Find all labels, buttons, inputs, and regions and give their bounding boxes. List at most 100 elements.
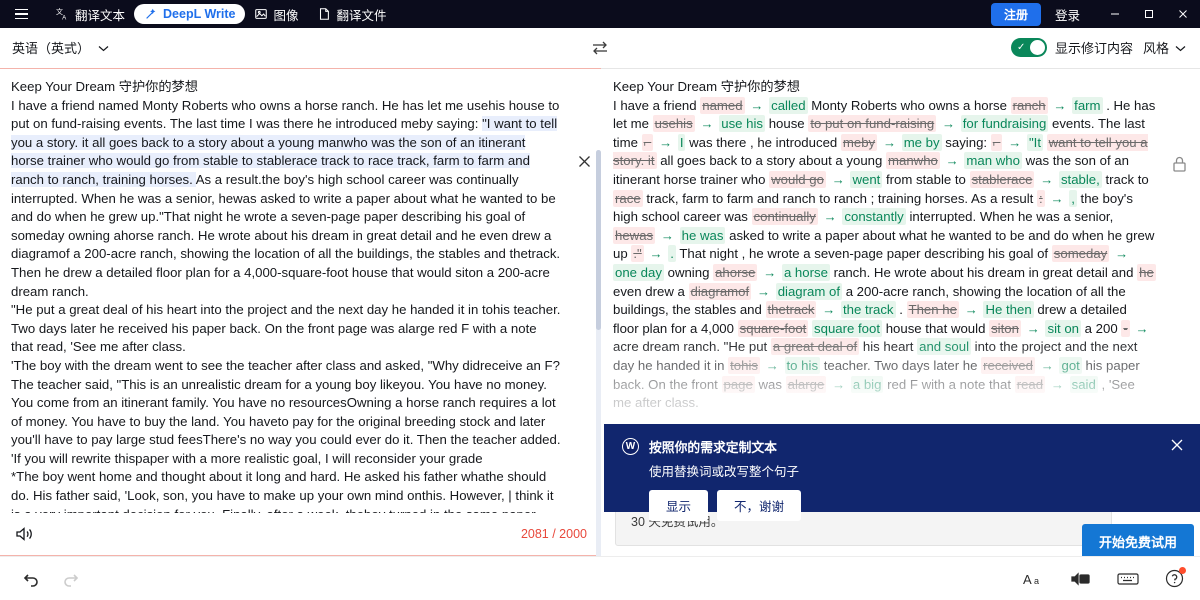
revision-deleted-text[interactable]: ⌐ xyxy=(991,134,1003,151)
revision-arrow-icon[interactable]: → xyxy=(963,302,980,317)
revision-deleted-text[interactable]: hewas xyxy=(613,227,655,244)
revision-arrow-icon[interactable]: → xyxy=(755,284,772,299)
revision-inserted-text[interactable]: got xyxy=(1059,357,1081,374)
keyboard-icon[interactable] xyxy=(1117,572,1139,586)
revision-inserted-text[interactable]: farm xyxy=(1072,97,1102,114)
source-scrollbar[interactable] xyxy=(596,150,601,556)
speaker-icon[interactable] xyxy=(14,525,34,543)
nav-tab-deepl-write[interactable]: DeepL Write xyxy=(134,4,244,24)
revision-inserted-text[interactable]: , xyxy=(1069,190,1077,207)
revision-deleted-text[interactable]: alarge xyxy=(786,376,827,393)
revision-deleted-text[interactable]: continually xyxy=(752,208,818,225)
result-text-area[interactable]: Keep Your Dream 守护你的梦想 I have a friend n… xyxy=(601,69,1200,413)
toggle-switch[interactable]: ✓ xyxy=(1011,38,1047,57)
revision-inserted-text[interactable]: man who xyxy=(964,152,1022,169)
revision-arrow-icon[interactable]: → xyxy=(944,153,961,168)
revision-arrow-icon[interactable]: → xyxy=(1051,98,1068,113)
revision-arrow-icon[interactable]: → xyxy=(748,98,765,113)
revision-deleted-text[interactable]: diagramof xyxy=(689,283,752,300)
revision-deleted-text[interactable]: stablerace xyxy=(970,171,1035,188)
hamburger-icon[interactable] xyxy=(8,4,34,24)
revision-deleted-text[interactable]: usehis xyxy=(653,115,695,132)
source-pane[interactable]: Keep Your Dream 守护你的梦想 I have a friend n… xyxy=(0,68,601,556)
revision-deleted-text[interactable]: would go xyxy=(769,171,826,188)
revision-inserted-text[interactable]: a horse xyxy=(782,264,830,281)
revision-arrow-icon[interactable]: → xyxy=(761,265,778,280)
revision-arrow-icon[interactable]: → xyxy=(940,116,957,131)
revision-arrow-icon[interactable]: → xyxy=(1049,377,1066,392)
style-selector[interactable]: 风格 xyxy=(1143,38,1186,57)
revision-deleted-text[interactable]: to put on fund-raising xyxy=(808,115,936,132)
revision-inserted-text[interactable]: he was xyxy=(680,227,726,244)
nav-tab-translate-text[interactable]: 文A 翻译文本 xyxy=(46,4,134,24)
revision-arrow-icon[interactable]: → xyxy=(830,172,847,187)
revision-deleted-text[interactable]: someday xyxy=(1052,245,1110,262)
revision-inserted-text[interactable]: square foot xyxy=(812,320,882,337)
revision-inserted-text[interactable]: and soul xyxy=(917,338,971,355)
start-free-trial-button[interactable]: 开始免费试用 xyxy=(1082,524,1194,556)
revision-deleted-text[interactable]: - xyxy=(1121,320,1129,337)
revision-arrow-icon[interactable]: → xyxy=(1048,191,1065,206)
revision-deleted-text[interactable]: received xyxy=(981,357,1035,374)
toast-show-button[interactable]: 显示 xyxy=(649,490,708,521)
close-icon[interactable] xyxy=(1166,0,1200,28)
source-text-area[interactable]: Keep Your Dream 守护你的梦想 I have a friend n… xyxy=(0,69,601,513)
revision-inserted-text[interactable]: I xyxy=(678,134,686,151)
revision-inserted-text[interactable]: one day xyxy=(613,264,664,281)
toast-no-thanks-button[interactable]: 不，谢谢 xyxy=(717,490,801,521)
revision-arrow-icon[interactable]: → xyxy=(822,209,839,224)
revision-inserted-text[interactable]: went xyxy=(850,171,882,188)
revision-arrow-icon[interactable]: → xyxy=(647,246,664,261)
revision-inserted-text[interactable]: diagram of xyxy=(776,283,842,300)
revision-arrow-icon[interactable]: → xyxy=(820,302,837,317)
revision-deleted-text[interactable]: he xyxy=(1137,264,1156,281)
revision-deleted-text[interactable]: Then he xyxy=(907,301,959,318)
revision-inserted-text[interactable]: "It xyxy=(1027,134,1043,151)
revision-deleted-text[interactable]: : xyxy=(1037,190,1045,207)
revision-inserted-text[interactable]: use his xyxy=(719,115,765,132)
revision-inserted-text[interactable]: said xyxy=(1070,376,1098,393)
revision-inserted-text[interactable]: He then xyxy=(983,301,1033,318)
revision-deleted-text[interactable]: read xyxy=(1015,376,1045,393)
revision-deleted-text[interactable]: thetrack xyxy=(766,301,817,318)
nav-tab-translate-file[interactable]: 翻译文件 xyxy=(308,4,396,24)
register-button[interactable]: 注册 xyxy=(991,3,1041,26)
revision-deleted-text[interactable]: tohis xyxy=(728,357,760,374)
revision-arrow-icon[interactable]: → xyxy=(659,228,676,243)
revision-inserted-text[interactable]: the track xyxy=(841,301,896,318)
revision-deleted-text[interactable]: a great deal of xyxy=(771,338,859,355)
revision-deleted-text[interactable]: ahorse xyxy=(713,264,757,281)
lock-icon[interactable] xyxy=(1171,155,1188,179)
revision-arrow-icon[interactable]: → xyxy=(657,135,674,150)
revision-deleted-text[interactable]: manwho xyxy=(886,152,940,169)
revision-arrow-icon[interactable]: → xyxy=(1039,358,1056,373)
font-size-icon[interactable]: A a xyxy=(1023,572,1045,586)
show-revisions-toggle[interactable]: ✓ 显示修订内容 xyxy=(1011,38,1133,57)
speaker-feedback-icon[interactable] xyxy=(1071,572,1091,586)
revision-arrow-icon[interactable]: → xyxy=(764,358,781,373)
redo-arrow-icon[interactable] xyxy=(60,570,80,588)
swap-arrows-icon[interactable] xyxy=(586,34,614,62)
revision-arrow-icon[interactable]: → xyxy=(1025,321,1042,336)
revision-deleted-text[interactable]: ⌐ xyxy=(642,134,654,151)
revision-deleted-text[interactable]: race xyxy=(613,190,643,207)
revision-arrow-icon[interactable]: → xyxy=(1133,321,1150,336)
clear-source-close-icon[interactable] xyxy=(575,152,593,170)
revision-arrow-icon[interactable]: → xyxy=(1006,135,1023,150)
revision-arrow-icon[interactable]: → xyxy=(1113,246,1130,261)
source-scrollbar-thumb[interactable] xyxy=(596,150,601,330)
help-question-icon[interactable] xyxy=(1165,569,1184,588)
toast-close-icon[interactable] xyxy=(1168,437,1186,458)
revision-deleted-text[interactable]: ranch xyxy=(1011,97,1048,114)
maximize-icon[interactable] xyxy=(1132,0,1166,28)
revision-arrow-icon[interactable]: → xyxy=(830,377,847,392)
revision-deleted-text[interactable]: page xyxy=(722,376,755,393)
revision-inserted-text[interactable]: me by xyxy=(902,134,942,151)
language-selector[interactable]: 英语（英式） xyxy=(0,38,109,57)
revision-deleted-text[interactable]: square-foot xyxy=(738,320,809,337)
revision-inserted-text[interactable]: for fundraising xyxy=(961,115,1049,132)
revision-inserted-text[interactable]: to his xyxy=(785,357,821,374)
minimize-icon[interactable] xyxy=(1098,0,1132,28)
login-button[interactable]: 登录 xyxy=(1055,5,1080,24)
revision-deleted-text[interactable]: named xyxy=(700,97,744,114)
